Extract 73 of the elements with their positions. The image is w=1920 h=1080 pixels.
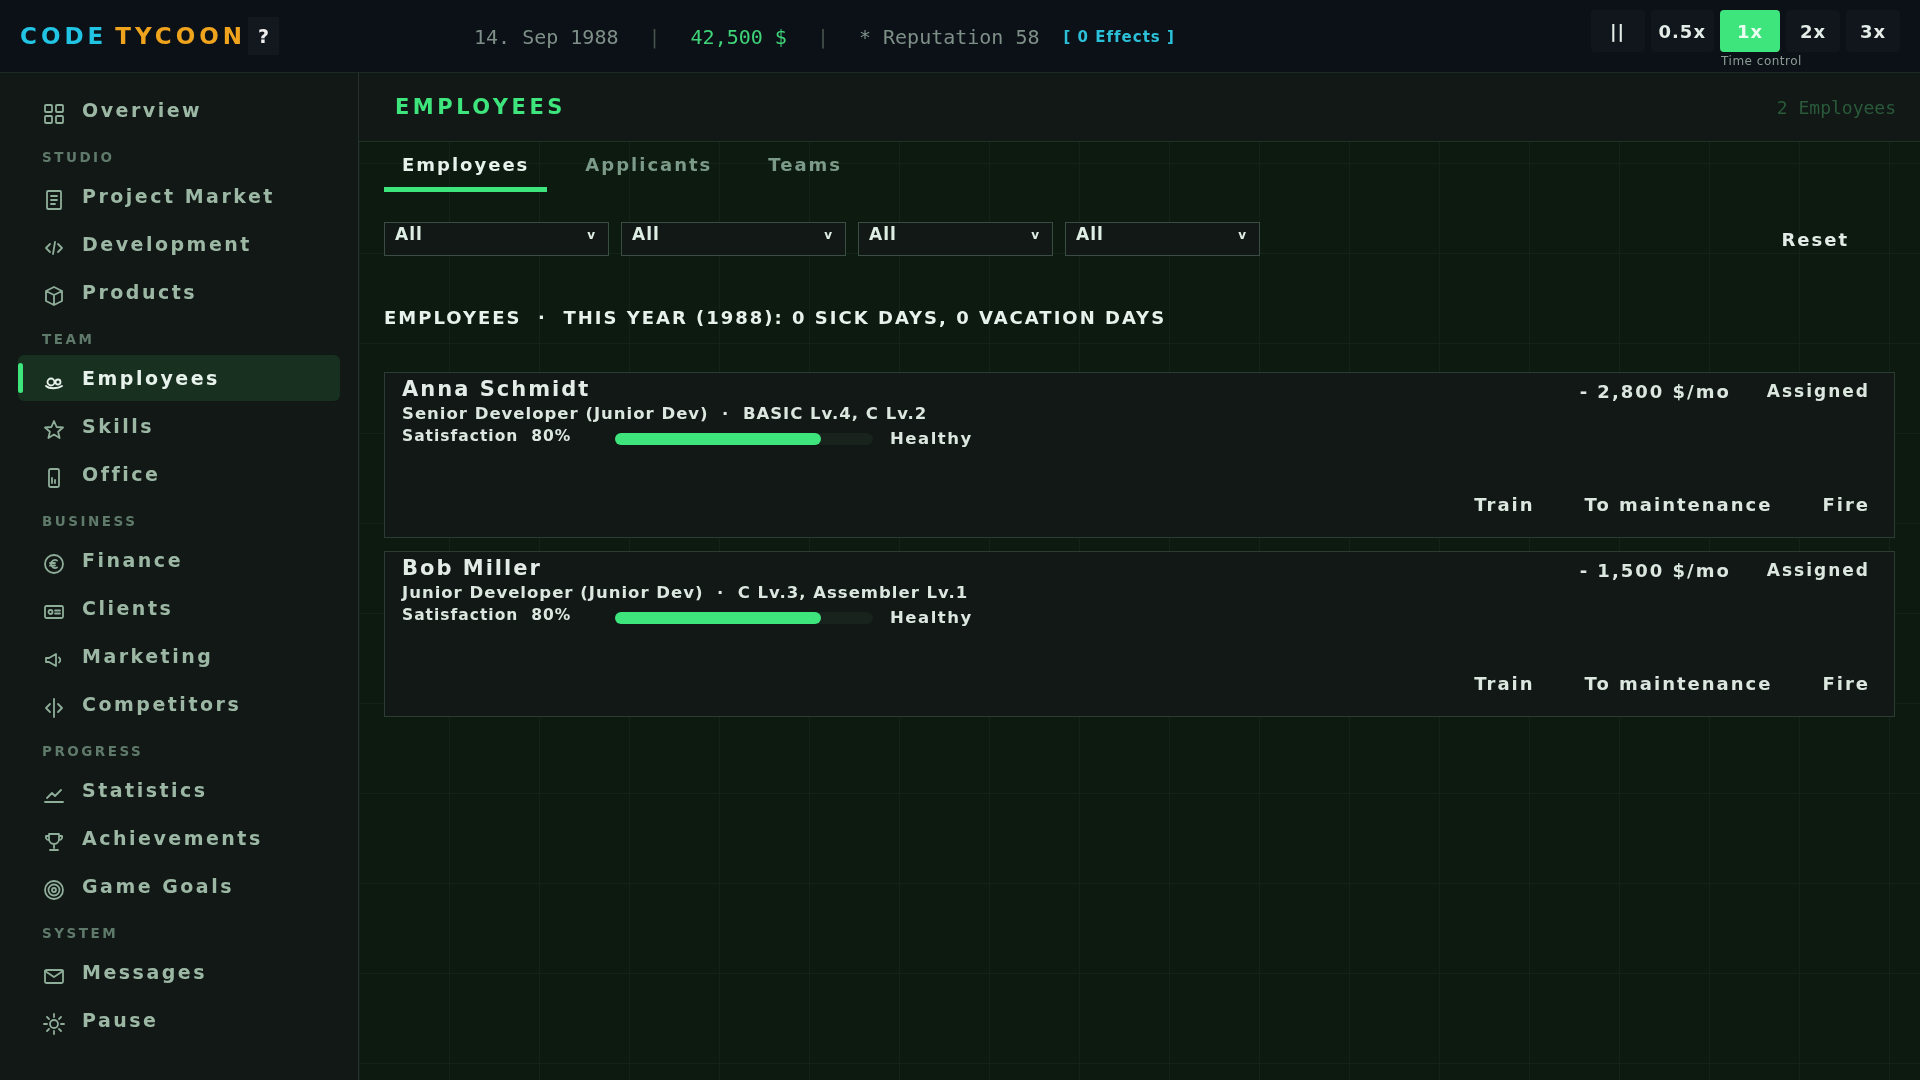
sidebar-item[interactable]: Game Goals bbox=[18, 863, 340, 909]
sun-icon bbox=[42, 1012, 66, 1036]
reputation-text: * Reputation 58 bbox=[858, 25, 1040, 49]
salary-text: - 1,500 $/mo bbox=[1579, 560, 1731, 581]
speed-button[interactable]: 0.5x bbox=[1650, 10, 1714, 52]
logo-text: CODE bbox=[20, 23, 108, 49]
separator-text: | bbox=[648, 25, 661, 49]
cube-icon bbox=[42, 284, 66, 308]
satisfaction-label: Satisfaction 80% bbox=[402, 426, 573, 445]
sidebar-item[interactable]: Achievements bbox=[18, 815, 340, 861]
filter-dropdown[interactable]: All v bbox=[621, 222, 846, 256]
section-label: STUDIO bbox=[41, 148, 116, 167]
euro-icon bbox=[42, 552, 66, 576]
help-button[interactable]: ? bbox=[248, 17, 280, 55]
logo-text: TYCOON bbox=[115, 23, 246, 49]
sidebar-item[interactable]: Office bbox=[18, 451, 340, 497]
sidebar-item[interactable]: Finance bbox=[18, 537, 340, 583]
salary-text: - 2,800 $/mo bbox=[1579, 381, 1731, 402]
section-label: TEAM bbox=[41, 330, 96, 349]
action-button[interactable]: Train bbox=[1474, 494, 1535, 515]
action-button[interactable]: Fire bbox=[1822, 494, 1870, 515]
active-indicator bbox=[18, 363, 23, 393]
sidebar-item[interactable]: Project Market bbox=[18, 173, 340, 219]
action-button[interactable]: To maintenance bbox=[1584, 673, 1773, 694]
tab[interactable]: Employees bbox=[384, 142, 548, 192]
trophy-icon bbox=[42, 830, 66, 854]
employee-role: Senior Developer (Junior Dev) · BASIC Lv.4, C Lv.2 bbox=[402, 404, 929, 423]
sidebar-item[interactable]: Products bbox=[18, 269, 340, 315]
sidebar-item[interactable]: Skills bbox=[18, 403, 340, 449]
satisfaction-label: Satisfaction 80% bbox=[402, 605, 573, 624]
filter-dropdown[interactable]: All v bbox=[858, 222, 1053, 256]
employee-name: Anna Schmidt bbox=[402, 377, 592, 401]
star-icon bbox=[42, 418, 66, 442]
sidebar-item[interactable]: Messages bbox=[18, 949, 340, 995]
action-button[interactable]: Fire bbox=[1822, 673, 1870, 694]
health-status: Healthy bbox=[890, 429, 973, 448]
section-label: SYSTEM bbox=[41, 924, 120, 943]
sidebar-item[interactable]: Clients bbox=[18, 585, 340, 631]
sidebar-item[interactable]: Development bbox=[18, 221, 340, 267]
status-text: Assigned bbox=[1766, 560, 1870, 581]
filter-dropdown[interactable]: All v bbox=[1065, 222, 1260, 256]
employee-role: Junior Developer (Junior Dev) · C Lv.3, Assembler Lv.1 bbox=[402, 583, 970, 602]
speed-button[interactable]: 3x bbox=[1846, 10, 1900, 52]
page-title: EMPLOYEES bbox=[395, 95, 566, 119]
date-text: 14. Sep 1988 bbox=[474, 25, 619, 49]
status-text: Assigned bbox=[1766, 381, 1870, 402]
money-text: 42,500 $ bbox=[690, 25, 787, 49]
sidebar-item[interactable]: Competitors bbox=[18, 681, 340, 727]
code-split-icon bbox=[42, 696, 66, 720]
effects-link[interactable]: [ 0 Effects ] bbox=[1063, 28, 1175, 46]
grid-icon bbox=[42, 102, 66, 126]
employee-count: 2 Employees bbox=[1776, 96, 1896, 118]
sidebar-item[interactable]: Statistics bbox=[18, 767, 340, 813]
section-label: BUSINESS bbox=[41, 512, 139, 531]
summary-heading: EMPLOYEES · THIS YEAR (1988): 0 SICK DAYS, 0 VACATION DAYS bbox=[384, 307, 1167, 328]
health-status: Healthy bbox=[890, 608, 973, 627]
speed-button[interactable]: || bbox=[1590, 10, 1645, 52]
separator-text: | bbox=[816, 25, 829, 49]
sidebar-item[interactable]: Pause bbox=[18, 997, 340, 1043]
filter-dropdown[interactable]: All v bbox=[384, 222, 609, 256]
tab[interactable]: Applicants bbox=[567, 142, 731, 192]
sidebar-item[interactable]: Overview bbox=[18, 87, 340, 133]
reset-button[interactable]: Reset bbox=[1781, 228, 1849, 250]
sidebar-item[interactable]: Marketing bbox=[18, 633, 340, 679]
action-button[interactable]: Train bbox=[1474, 673, 1535, 694]
action-button[interactable]: To maintenance bbox=[1584, 494, 1773, 515]
section-label: PROGRESS bbox=[41, 742, 145, 761]
tab[interactable]: Teams bbox=[750, 142, 861, 192]
sidebar-item[interactable]: Employees bbox=[18, 355, 340, 401]
target-icon bbox=[42, 878, 66, 902]
speed-button[interactable]: 2x bbox=[1786, 10, 1840, 52]
caption-text: Time control bbox=[1720, 54, 1803, 68]
employee-name: Bob Miller bbox=[402, 556, 543, 580]
